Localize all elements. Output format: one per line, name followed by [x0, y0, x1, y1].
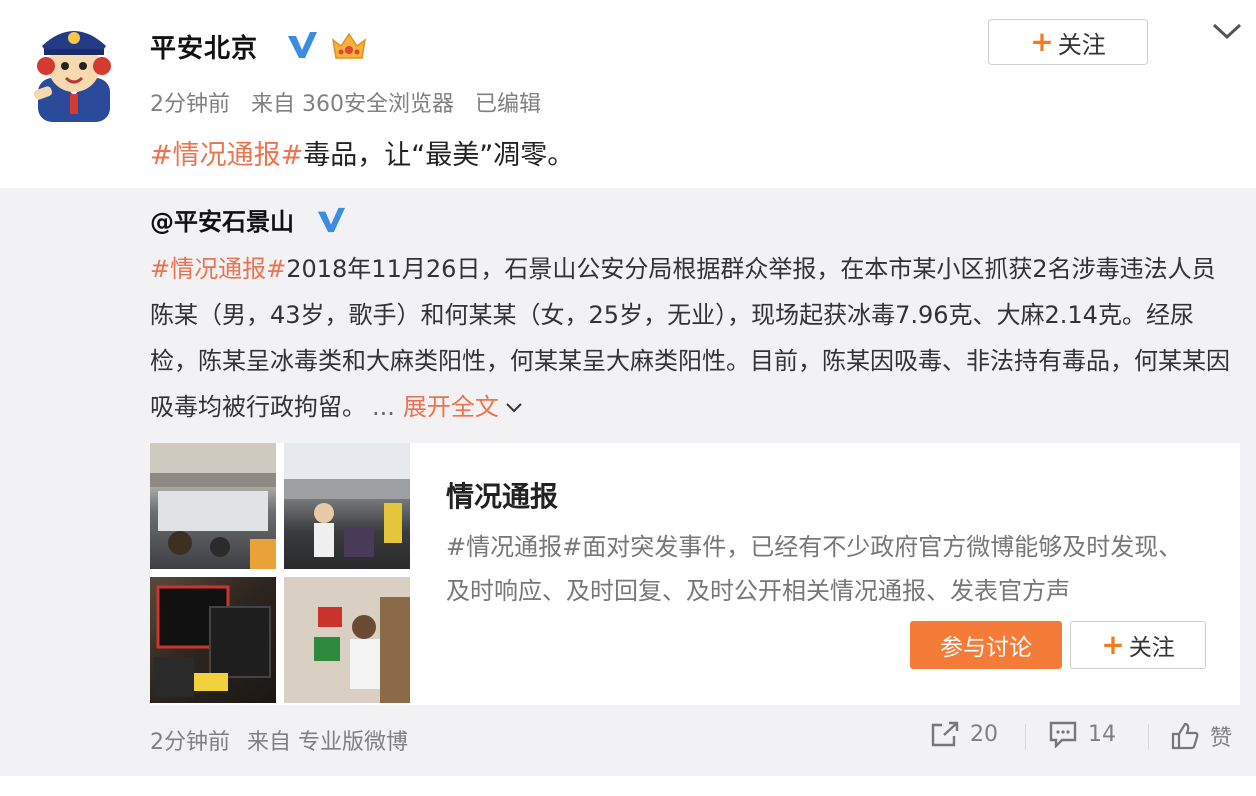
share-button[interactable]: 20 — [930, 720, 998, 748]
post-edited: 已编辑 — [475, 92, 542, 117]
divider — [1148, 724, 1149, 750]
post-source[interactable]: 来自 360安全浏览器 — [251, 92, 454, 117]
like-button[interactable]: 赞 — [1170, 720, 1232, 752]
divider — [1025, 724, 1026, 750]
repost-hashtag[interactable]: #情况通报# — [150, 255, 286, 283]
weibo-post-card: 平安北京 + 关注 2分钟前 来自 360安全浏览器 已编辑 #情况通报#毒品，… — [0, 0, 1256, 796]
share-count: 20 — [970, 721, 998, 747]
chevron-down-icon — [506, 403, 522, 413]
topic-hashtag: #情况通报# — [446, 533, 583, 561]
repost-meta: 2分钟前 来自 专业版微博 — [150, 724, 418, 756]
expand-full-text-link[interactable]: 展开全文 — [403, 393, 523, 421]
topic-follow-label: 关注 — [1128, 635, 1175, 661]
ellipsis: ... — [372, 393, 395, 421]
photo-thumbnail[interactable] — [150, 577, 276, 703]
comment-count: 14 — [1088, 721, 1116, 747]
reposted-weibo: @平安石景山 #情况通报#2018年11月26日，石景山公安分局根据群众举报，在… — [0, 188, 1256, 776]
post-body: 毒品，让“最美”凋零。 — [303, 140, 575, 171]
share-icon — [931, 721, 959, 747]
post-hashtag[interactable]: #情况通报# — [150, 140, 303, 171]
comment-icon — [1049, 721, 1077, 748]
repost-source[interactable]: 来自 专业版微博 — [247, 730, 408, 755]
verified-icon — [286, 30, 318, 60]
expand-label: 展开全文 — [402, 393, 499, 421]
thumbs-up-icon — [1171, 722, 1199, 750]
post-time[interactable]: 2分钟前 — [150, 92, 230, 117]
topic-description: #情况通报#面对突发事件，已经有不少政府官方微博能够及时发现、及时响应、及时回复… — [446, 525, 1206, 613]
police-avatar[interactable] — [28, 16, 120, 126]
comment-button[interactable]: 14 — [1048, 720, 1116, 748]
topic-card[interactable]: 情况通报 #情况通报#面对突发事件，已经有不少政府官方微博能够及时发现、及时响应… — [150, 443, 1240, 705]
topic-title[interactable]: 情况通报 — [446, 475, 558, 515]
plus-icon: + — [1030, 25, 1054, 58]
member-crown-icon[interactable] — [330, 30, 368, 62]
repost-body: 2018年11月26日，石景山公安分局根据群众举报，在本市某小区抓获2名涉毒违法… — [150, 255, 1230, 421]
like-label: 赞 — [1210, 726, 1233, 751]
verified-icon — [316, 206, 346, 234]
photo-thumbnail[interactable] — [284, 577, 410, 703]
follow-label: 关注 — [1057, 30, 1106, 59]
follow-button[interactable]: + 关注 — [988, 19, 1148, 65]
post-meta: 2分钟前 来自 360安全浏览器 已编辑 — [150, 86, 555, 118]
post-username[interactable]: 平安北京 — [150, 28, 258, 65]
photo-thumbnail[interactable] — [150, 443, 276, 569]
repost-username[interactable]: @平安石景山 — [150, 202, 294, 237]
post-text: #情况通报#毒品，让“最美”凋零。 — [150, 133, 574, 172]
plus-icon: + — [1101, 628, 1125, 661]
repost-time[interactable]: 2分钟前 — [150, 730, 230, 755]
photo-thumbnail[interactable] — [284, 443, 410, 569]
chevron-down-icon[interactable] — [1210, 20, 1244, 42]
topic-follow-button[interactable]: + 关注 — [1070, 621, 1206, 669]
repost-text: #情况通报#2018年11月26日，石景山公安分局根据群众举报，在本市某小区抓获… — [150, 246, 1230, 430]
join-discussion-button[interactable]: 参与讨论 — [910, 621, 1062, 669]
